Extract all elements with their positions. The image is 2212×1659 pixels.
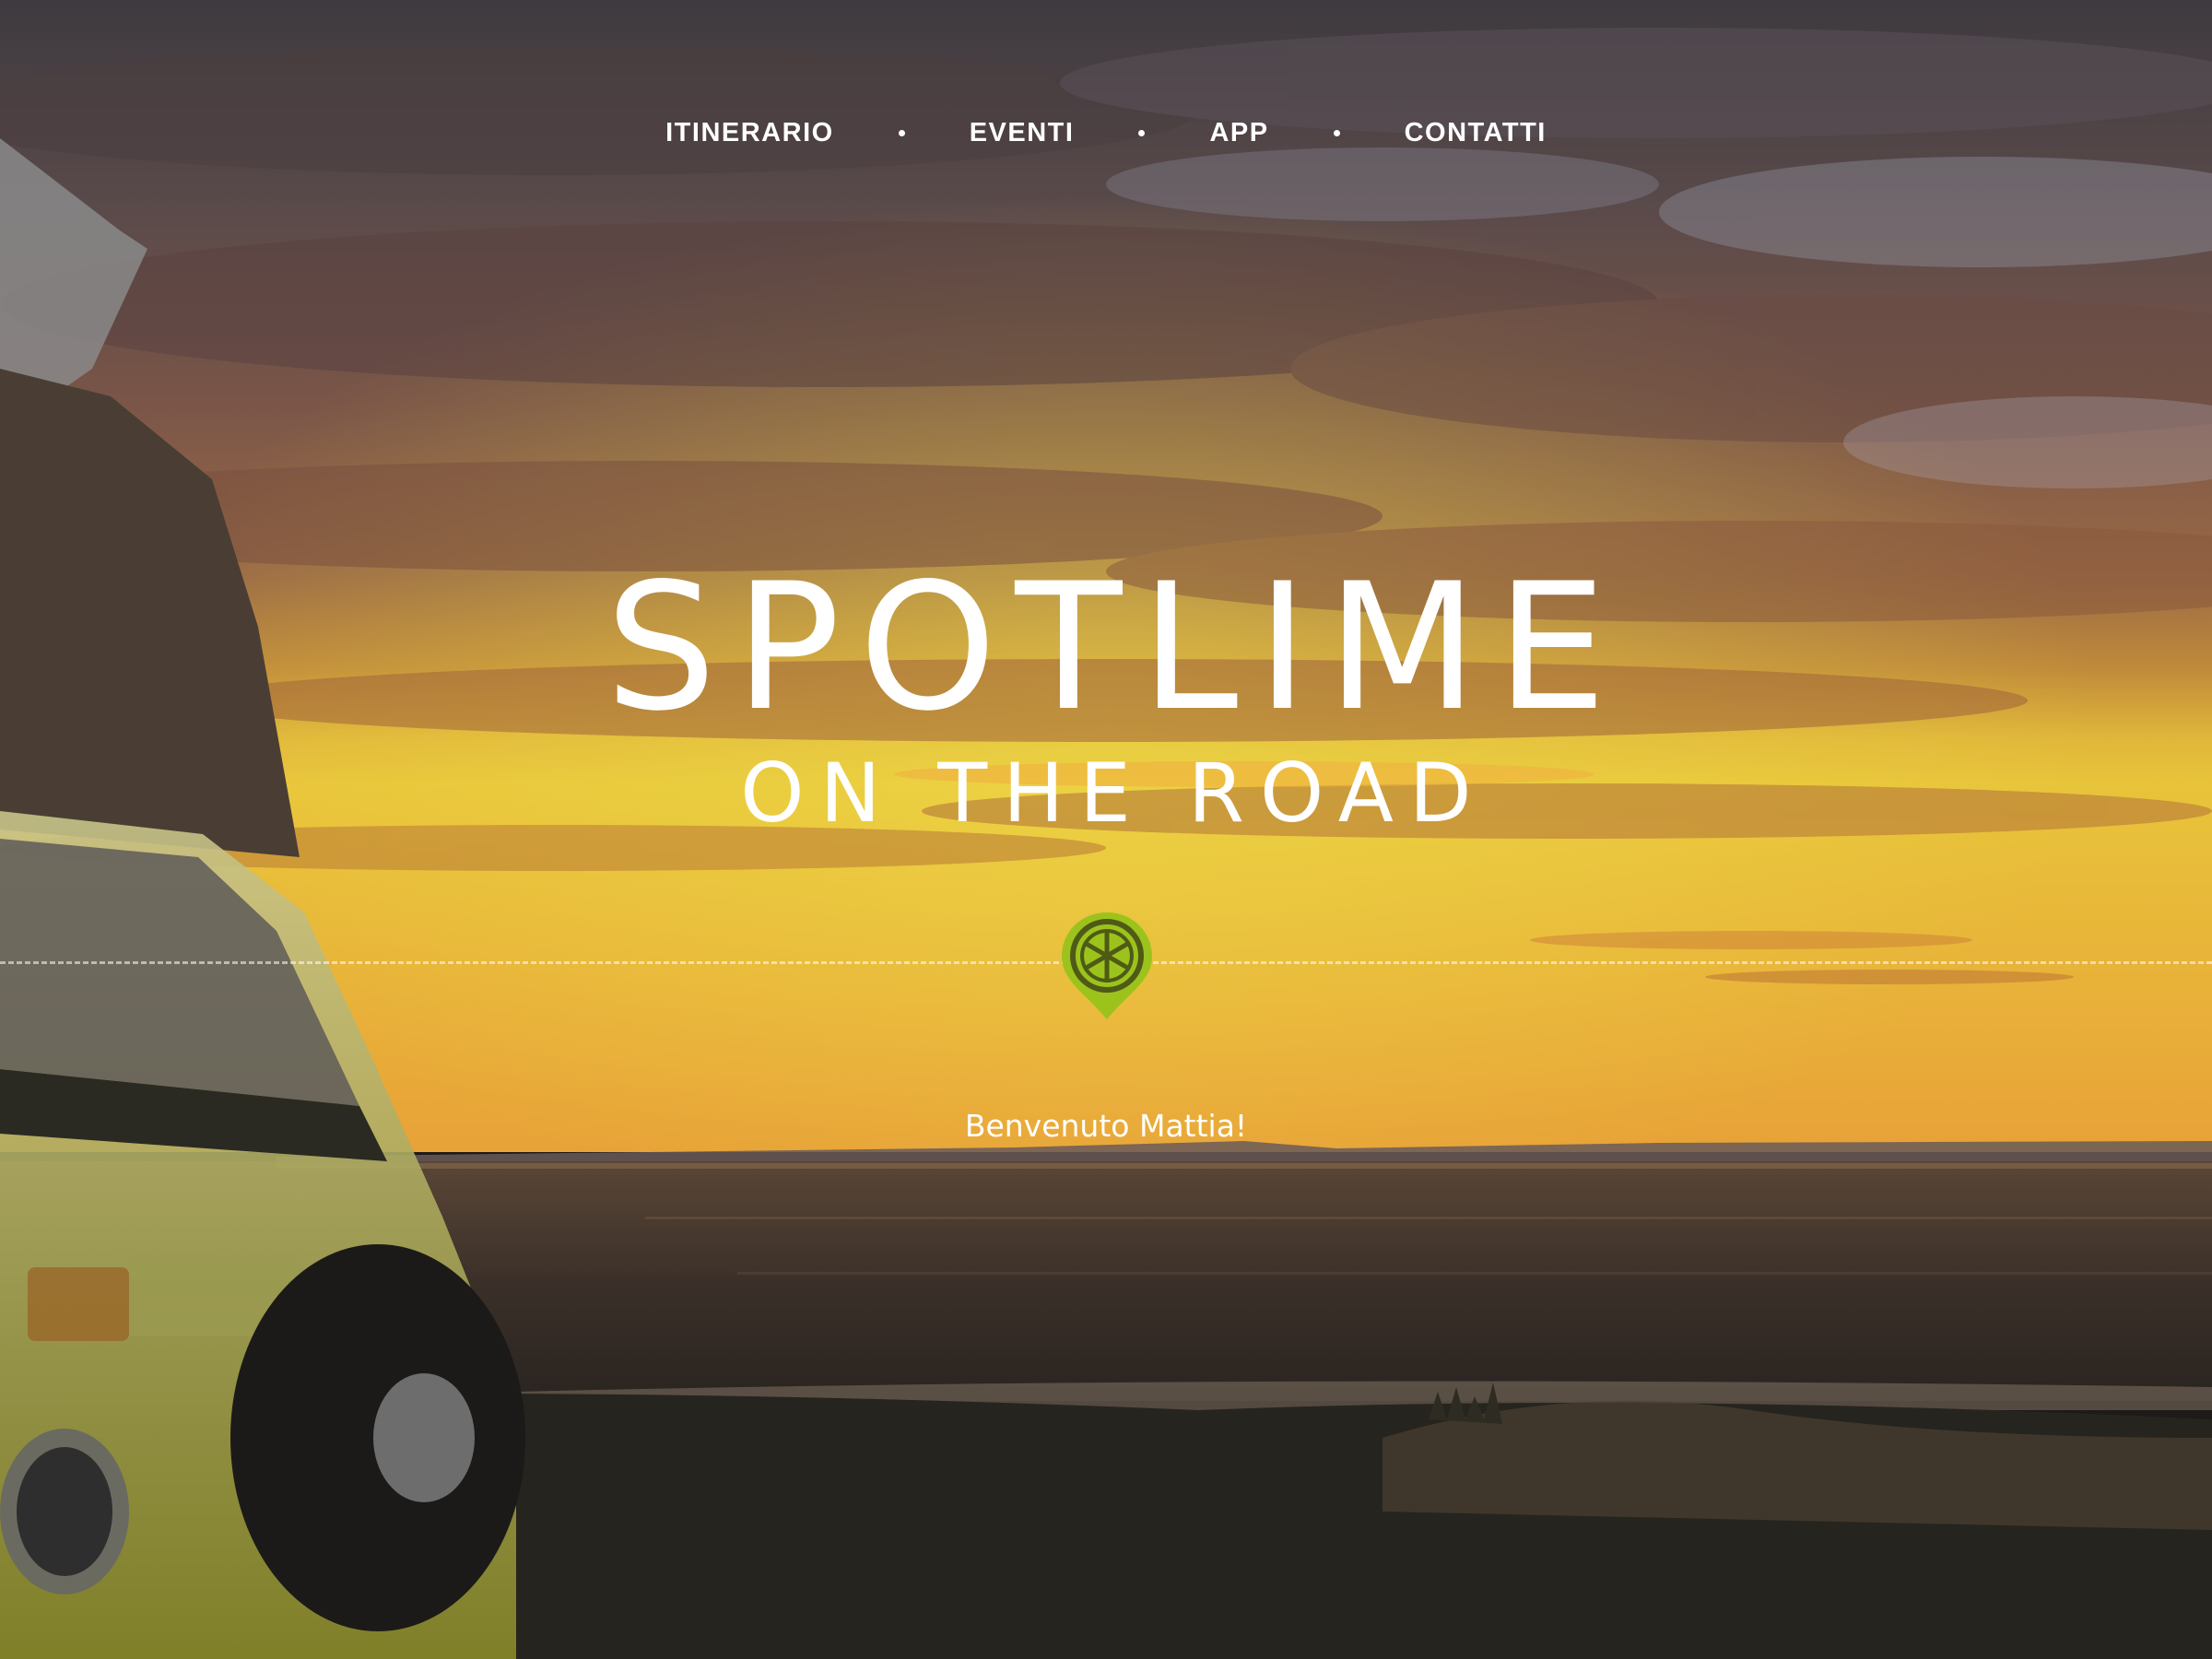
hero-section: ITINERARIO EVENTI APP CONTATTI SPOTLIME … (0, 0, 2212, 1659)
site-subtitle: ON THE ROAD (740, 746, 1488, 841)
nav-link-app[interactable]: APP (1209, 118, 1268, 148)
nav-separator-dot (1333, 130, 1340, 136)
nav-link-eventi[interactable]: EVENTI (970, 118, 1075, 148)
nav-link-contatti[interactable]: CONTATTI (1405, 118, 1547, 148)
nav-link-itinerario[interactable]: ITINERARIO (665, 118, 834, 148)
site-title: SPOTLIME (605, 546, 1626, 749)
main-nav: ITINERARIO EVENTI APP CONTATTI (0, 118, 2212, 148)
welcome-message: Benvenuto Mattia! (964, 1108, 1248, 1144)
lime-map-pin-icon (1062, 912, 1152, 1019)
nav-separator-dot (898, 130, 905, 136)
nav-separator-dot (1138, 130, 1146, 136)
